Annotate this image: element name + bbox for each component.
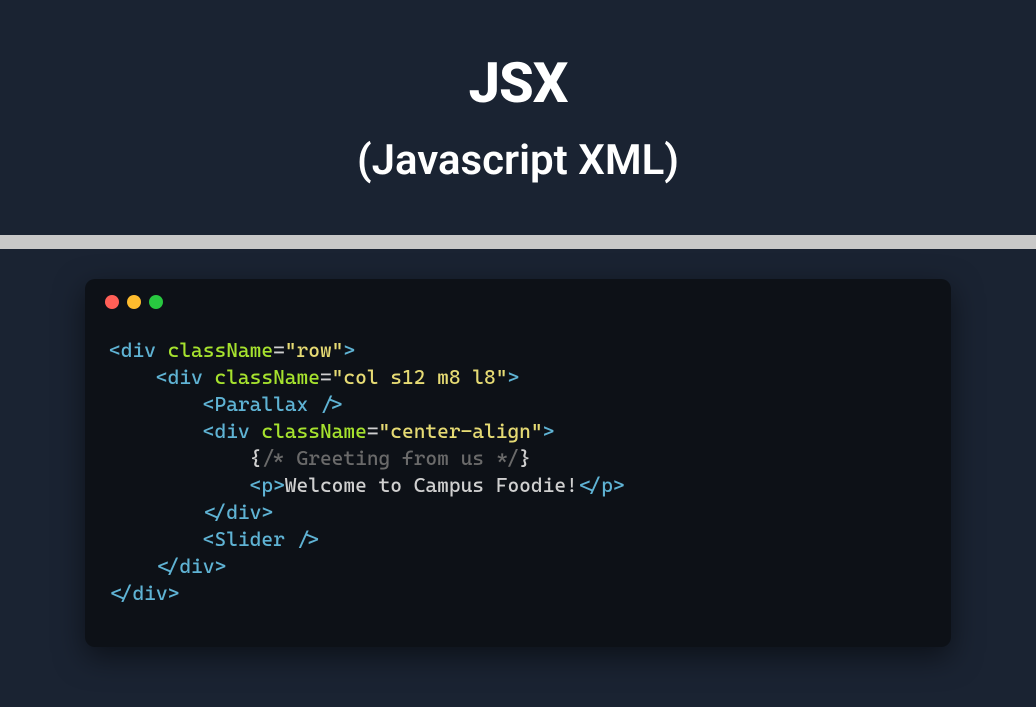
minimize-icon (127, 295, 141, 309)
code-window: <div className="row"> <div className="co… (85, 279, 951, 647)
close-icon (105, 295, 119, 309)
divider (0, 235, 1036, 249)
content-area: <div className="row"> <div className="co… (0, 249, 1036, 647)
slide-subtitle: (Javascript XML) (0, 136, 1036, 185)
slide-title: JSX (0, 50, 1036, 116)
maximize-icon (149, 295, 163, 309)
slide-header: JSX (Javascript XML) (0, 0, 1036, 235)
window-titlebar (85, 279, 951, 317)
code-block: <div className="row"> <div className="co… (85, 317, 951, 647)
